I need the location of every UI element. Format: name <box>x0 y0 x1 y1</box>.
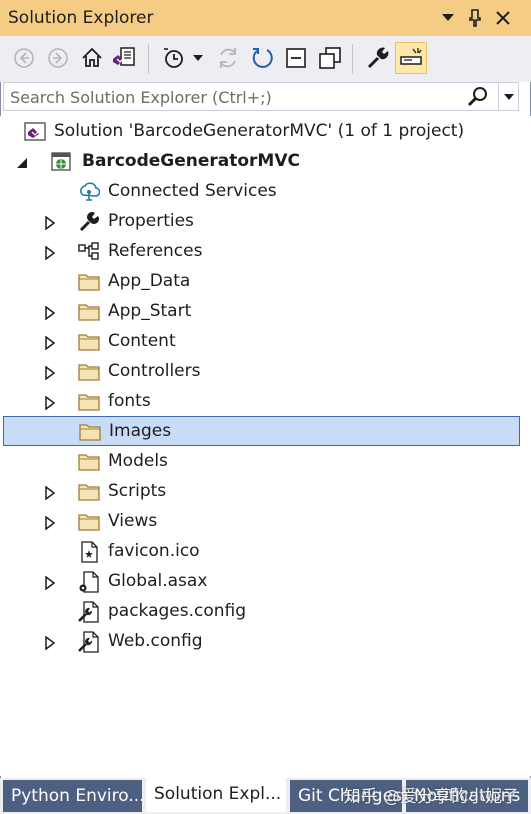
tree-item-label: Images <box>109 421 172 441</box>
collapsed-triangle-icon[interactable] <box>44 335 56 351</box>
tree-item-label: Views <box>108 511 158 531</box>
collapsed-triangle-icon[interactable] <box>44 635 56 651</box>
collapsed-triangle-icon[interactable] <box>44 365 56 381</box>
references-icon <box>78 241 100 263</box>
collapsed-triangle-icon[interactable] <box>44 245 56 261</box>
tree-item-label: Content <box>108 331 176 351</box>
close-icon[interactable] <box>491 6 515 30</box>
forward-icon[interactable] <box>42 42 74 74</box>
toolbar-separator <box>352 44 353 74</box>
tree-item-properties[interactable]: Properties <box>0 207 531 237</box>
tree-item-label: Solution 'BarcodeGeneratorMVC' (1 of 1 p… <box>54 121 465 141</box>
folder-icon <box>78 331 100 353</box>
tree-item-label: packages.config <box>108 601 247 621</box>
tree-item-scripts[interactable]: Scripts <box>0 477 531 507</box>
tree-item-label: Controllers <box>108 361 201 381</box>
tree-item-favicon[interactable]: favicon.ico <box>0 537 531 567</box>
tree-item-label: favicon.ico <box>108 541 200 561</box>
tree-item-web-config[interactable]: Web.config <box>0 627 531 657</box>
pending-changes-filter-icon[interactable] <box>158 42 190 74</box>
watermark: 知乎 @爱分享的小妮子 <box>343 787 519 807</box>
tab-solution-explorer[interactable]: Solution Expl... <box>146 778 286 812</box>
collapsed-triangle-icon[interactable] <box>44 395 56 411</box>
toolbar-separator <box>148 44 149 74</box>
tree-item-solution[interactable]: Solution 'BarcodeGeneratorMVC' (1 of 1 p… <box>0 117 531 147</box>
tree-item-controllers[interactable]: Controllers <box>0 357 531 387</box>
tree-item-label: References <box>108 241 203 261</box>
search-options-dropdown[interactable] <box>498 83 518 110</box>
tree-item-label: BarcodeGeneratorMVC <box>82 151 300 171</box>
sync-icon[interactable] <box>212 42 244 74</box>
folder-icon <box>78 511 100 533</box>
collapse-all-icon[interactable] <box>280 42 312 74</box>
properties-icon[interactable] <box>362 42 394 74</box>
folder-icon <box>78 361 100 383</box>
web-project-icon <box>50 151 72 173</box>
tree-item-views[interactable]: Views <box>0 507 531 537</box>
pin-icon[interactable] <box>463 6 487 30</box>
tree-item-references[interactable]: References <box>0 237 531 267</box>
config-file-icon <box>78 601 100 623</box>
folder-icon <box>78 481 100 503</box>
toolbar <box>0 36 531 82</box>
home-icon[interactable] <box>76 42 108 74</box>
folder-icon <box>78 391 100 413</box>
config-file-icon <box>78 631 100 653</box>
wrench-icon <box>78 211 100 233</box>
tree-item-label: Connected Services <box>108 181 277 201</box>
search-box[interactable]: Search Solution Explorer (Ctrl+;) <box>3 82 519 111</box>
tree-item-models[interactable]: Models <box>0 447 531 477</box>
folder-icon <box>79 421 101 443</box>
tree-item-app-data[interactable]: App_Data <box>0 267 531 297</box>
search-icon[interactable] <box>466 85 490 109</box>
tree-item-app-start[interactable]: App_Start <box>0 297 531 327</box>
switch-views-icon[interactable] <box>108 42 140 74</box>
tree-item-label: Models <box>108 451 168 471</box>
folder-icon <box>78 271 100 293</box>
tree-item-label: fonts <box>108 391 151 411</box>
collapsed-triangle-icon[interactable] <box>44 575 56 591</box>
tree-item-fonts[interactable]: fonts <box>0 387 531 417</box>
tree-item-images[interactable]: Images <box>3 416 520 446</box>
tree-item-label: Web.config <box>108 631 203 651</box>
tree-item-label: App_Start <box>108 301 192 321</box>
tree-item-project[interactable]: BarcodeGeneratorMVC <box>0 147 531 177</box>
collapsed-triangle-icon[interactable] <box>44 485 56 501</box>
back-icon[interactable] <box>8 42 40 74</box>
tree-item-label: Scripts <box>108 481 167 501</box>
asax-file-icon <box>78 571 100 593</box>
search-input[interactable]: Search Solution Explorer (Ctrl+;) <box>10 88 272 107</box>
collapsed-triangle-icon[interactable] <box>44 515 56 531</box>
window-menu-dropdown-icon[interactable] <box>436 6 460 30</box>
tab-python-environments[interactable]: Python Enviro... <box>3 780 142 812</box>
title-bar: Solution Explorer <box>0 0 531 36</box>
show-all-files-icon[interactable] <box>314 42 346 74</box>
collapsed-triangle-icon[interactable] <box>44 305 56 321</box>
tree-item-label: Properties <box>108 211 194 231</box>
preview-selected-icon[interactable] <box>395 42 427 74</box>
solution-icon <box>24 121 46 143</box>
tree-item-global-asax[interactable]: Global.asax <box>0 567 531 597</box>
tree-item-label: App_Data <box>108 271 191 291</box>
folder-icon <box>78 301 100 323</box>
filter-dropdown-icon[interactable] <box>188 42 208 74</box>
tree-item-label: Global.asax <box>108 571 208 591</box>
tree-item-packages-config[interactable]: packages.config <box>0 597 531 627</box>
connected-services-icon <box>78 181 101 203</box>
collapsed-triangle-icon[interactable] <box>44 215 56 231</box>
ico-file-icon <box>78 541 100 563</box>
folder-icon <box>78 451 100 473</box>
window-title: Solution Explorer <box>8 8 154 28</box>
expanded-triangle-icon[interactable] <box>16 155 28 169</box>
chevron-down-icon <box>503 93 514 100</box>
tree-item-content[interactable]: Content <box>0 327 531 357</box>
tree-item-connected-services[interactable]: Connected Services <box>0 177 531 207</box>
solution-tree: Solution 'BarcodeGeneratorMVC' (1 of 1 p… <box>0 116 531 776</box>
refresh-icon[interactable] <box>246 42 278 74</box>
